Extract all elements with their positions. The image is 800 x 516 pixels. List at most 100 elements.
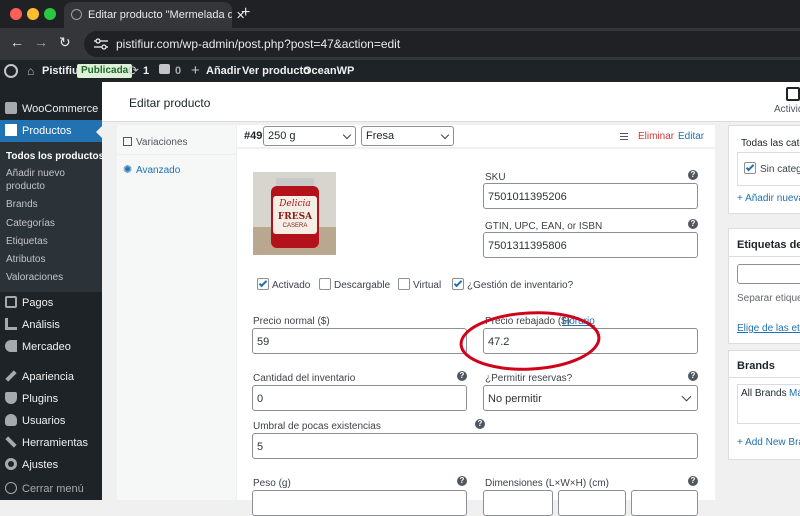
sidebar-item-productos[interactable]: Productos [0, 120, 102, 142]
flavor-attribute-select[interactable]: Fresa [361, 126, 454, 146]
updates-icon[interactable]: ⟳ [128, 63, 139, 79]
sidebar-item-usuarios[interactable]: Usuarios [0, 410, 102, 432]
tags-title: Etiquetas del p [737, 239, 800, 251]
weight-label: Peso (g) [253, 478, 291, 489]
close-window-button[interactable] [10, 8, 22, 20]
back-icon[interactable]: ← [10, 34, 24, 50]
sidebar-item-label: Mercadeo [22, 341, 71, 353]
browser-tab[interactable]: Editar producto "Mermelada d [64, 2, 232, 28]
tab-avanzado[interactable]: ✺ Avanzado [117, 158, 237, 182]
submenu-add-new-2[interactable]: producto [6, 181, 45, 192]
enabled-checkbox[interactable] [257, 278, 269, 290]
new-content-link[interactable]: Añadir [206, 65, 241, 77]
submenu-brands[interactable]: Brands [6, 199, 38, 210]
collapse-menu-label: Cerrar menú [22, 483, 84, 495]
help-icon[interactable]: ? [688, 371, 698, 381]
sidebar-item-label: Apariencia [22, 371, 74, 383]
browser-tab-title: Editar producto "Mermelada d [88, 9, 232, 21]
activity-icon[interactable] [786, 87, 800, 101]
tags-input[interactable] [737, 264, 800, 284]
comments-icon[interactable] [159, 64, 170, 74]
low-stock-label: Umbral de pocas existencias [253, 421, 381, 432]
height-input[interactable] [631, 490, 698, 516]
sidebar-item-woocommerce[interactable]: WooCommerce [0, 98, 102, 120]
virtual-checkbox[interactable] [398, 278, 410, 290]
view-product-link[interactable]: Ver producto [242, 65, 310, 77]
low-stock-input[interactable]: 5 [252, 433, 698, 459]
submenu-add-new[interactable]: Añadir nuevo [6, 168, 65, 179]
drag-handle-icon[interactable] [620, 133, 628, 140]
submenu-categories[interactable]: Categorías [6, 218, 55, 229]
weight-attribute-select[interactable]: 250 g [263, 126, 356, 146]
field-value: No permitir [488, 393, 542, 405]
tab-variaciones[interactable]: Variaciones [117, 129, 237, 155]
stock-qty-input[interactable]: 0 [252, 385, 467, 411]
minimize-window-button[interactable] [27, 8, 39, 20]
comments-count[interactable]: 0 [175, 65, 181, 77]
submenu-tags[interactable]: Etiquetas [6, 236, 48, 247]
weight-input[interactable] [252, 490, 467, 516]
add-category-link[interactable]: + Añadir nueva [737, 193, 800, 204]
downloadable-checkbox[interactable] [319, 278, 331, 290]
checkmark-icon [258, 278, 268, 288]
backorders-select[interactable]: No permitir [483, 385, 698, 411]
help-icon[interactable]: ? [457, 371, 467, 381]
sidebar-item-herramientas[interactable]: Herramientas [0, 432, 102, 454]
home-icon[interactable]: ⌂ [27, 64, 34, 78]
submenu-all-products[interactable]: Todos los productos [6, 151, 104, 162]
edit-variation-link[interactable]: Editar [678, 131, 704, 142]
plus-icon[interactable]: + [191, 62, 200, 79]
help-icon[interactable]: ? [457, 476, 467, 486]
maximize-window-button[interactable] [44, 8, 56, 20]
categories-tab[interactable]: Todas las categ [741, 138, 800, 149]
help-icon[interactable]: ? [688, 476, 698, 486]
submenu-reviews[interactable]: Valoraciones [6, 272, 63, 283]
checkmark-icon [453, 278, 463, 288]
site-settings-icon[interactable] [94, 38, 108, 50]
wrench-icon [5, 436, 17, 448]
tab-label: Avanzado [136, 165, 181, 176]
sidebar-item-plugins[interactable]: Plugins [0, 388, 102, 410]
brands-tab-all[interactable]: All Brands [741, 388, 787, 399]
help-icon[interactable]: ? [688, 170, 698, 180]
delete-variation-link[interactable]: Eliminar [638, 131, 674, 142]
brands-tab-popular[interactable]: Má [789, 388, 800, 399]
variation-image[interactable]: Delicia FRESA CASERA [253, 172, 336, 255]
help-icon[interactable]: ? [475, 419, 485, 429]
oceanwp-link[interactable]: OceanWP [303, 65, 354, 77]
help-icon[interactable]: ? [688, 219, 698, 229]
gtin-label: GTIN, UPC, EAN, or ISBN [485, 221, 603, 232]
length-input[interactable] [483, 490, 553, 516]
category-checkbox[interactable] [744, 162, 756, 174]
plugin-icon [5, 392, 17, 404]
reload-icon[interactable]: ↻ [59, 34, 71, 51]
chevron-down-icon [681, 391, 692, 402]
add-brand-link[interactable]: + Add New Bran [737, 437, 800, 448]
sidebar-item-pagos[interactable]: Pagos [0, 292, 102, 314]
collapse-menu-button[interactable]: Cerrar menú [0, 478, 102, 500]
forward-icon[interactable]: → [34, 34, 48, 50]
sidebar-item-mercadeo[interactable]: Mercadeo [0, 336, 102, 358]
sidebar-item-ajustes[interactable]: Ajustes [0, 454, 102, 476]
regular-price-input[interactable]: 59 [252, 328, 467, 354]
field-value: 0 [257, 393, 264, 405]
activity-link[interactable]: Activid [774, 104, 800, 115]
sku-input[interactable]: 7501011395206 [483, 183, 698, 209]
stock-qty-label: Cantidad del inventario [253, 373, 356, 384]
products-icon [5, 124, 17, 136]
field-value: 59 [257, 336, 270, 348]
gtin-input[interactable]: 7501311395806 [483, 232, 698, 258]
submenu-attributes[interactable]: Atributos [6, 254, 45, 265]
manage-stock-checkbox[interactable] [452, 278, 464, 290]
wordpress-logo-icon[interactable] [4, 64, 18, 78]
chevron-down-icon [342, 130, 352, 140]
sidebar-item-apariencia[interactable]: Apariencia [0, 366, 102, 388]
sidebar-item-analisis[interactable]: Análisis [0, 314, 102, 336]
new-tab-button[interactable]: + [241, 4, 250, 22]
address-bar[interactable]: pistifiur.com/wp-admin/post.php?post=47&… [84, 31, 800, 57]
choose-tags-link[interactable]: Elige de las etiq [737, 323, 800, 334]
select-value: 250 g [268, 130, 296, 142]
categories-box: Todas las categ Sin categ + Añadir nueva [728, 125, 800, 214]
updates-count[interactable]: 1 [143, 65, 149, 77]
width-input[interactable] [558, 490, 626, 516]
